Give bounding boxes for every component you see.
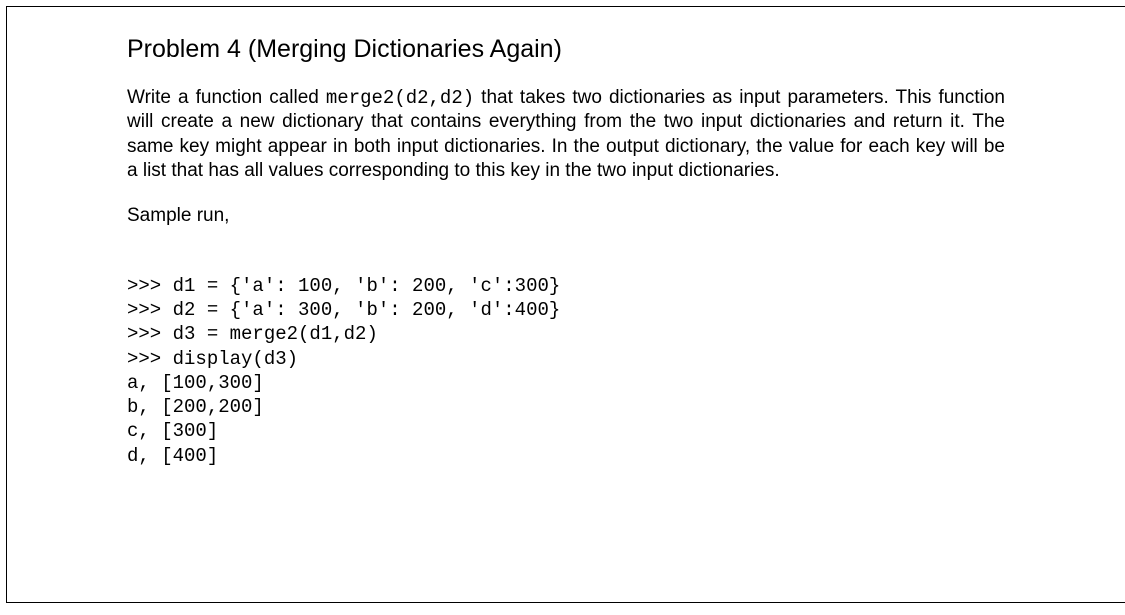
code-line: >>> d1 = {'a': 100, 'b': 200, 'c':300} [127, 275, 560, 297]
problem-description: Write a function called merge2(d2,d2) th… [127, 86, 1005, 183]
code-block: >>> d1 = {'a': 100, 'b': 200, 'c':300} >… [127, 249, 1005, 468]
problem-heading: Problem 4 (Merging Dictionaries Again) [127, 35, 1005, 64]
code-line: b, [200,200] [127, 396, 264, 418]
code-line: >>> d3 = merge2(d1,d2) [127, 323, 378, 345]
document-page: Problem 4 (Merging Dictionaries Again) W… [6, 6, 1125, 603]
code-line: a, [100,300] [127, 372, 264, 394]
code-line: >>> d2 = {'a': 300, 'b': 200, 'd':400} [127, 299, 560, 321]
desc-part-1: Write a function called [127, 87, 326, 108]
code-line: d, [400] [127, 445, 218, 467]
sample-run-label: Sample run, [127, 205, 1005, 227]
code-line: >>> display(d3) [127, 348, 298, 370]
desc-inline-code: merge2(d2,d2) [326, 87, 474, 109]
code-line: c, [300] [127, 420, 218, 442]
